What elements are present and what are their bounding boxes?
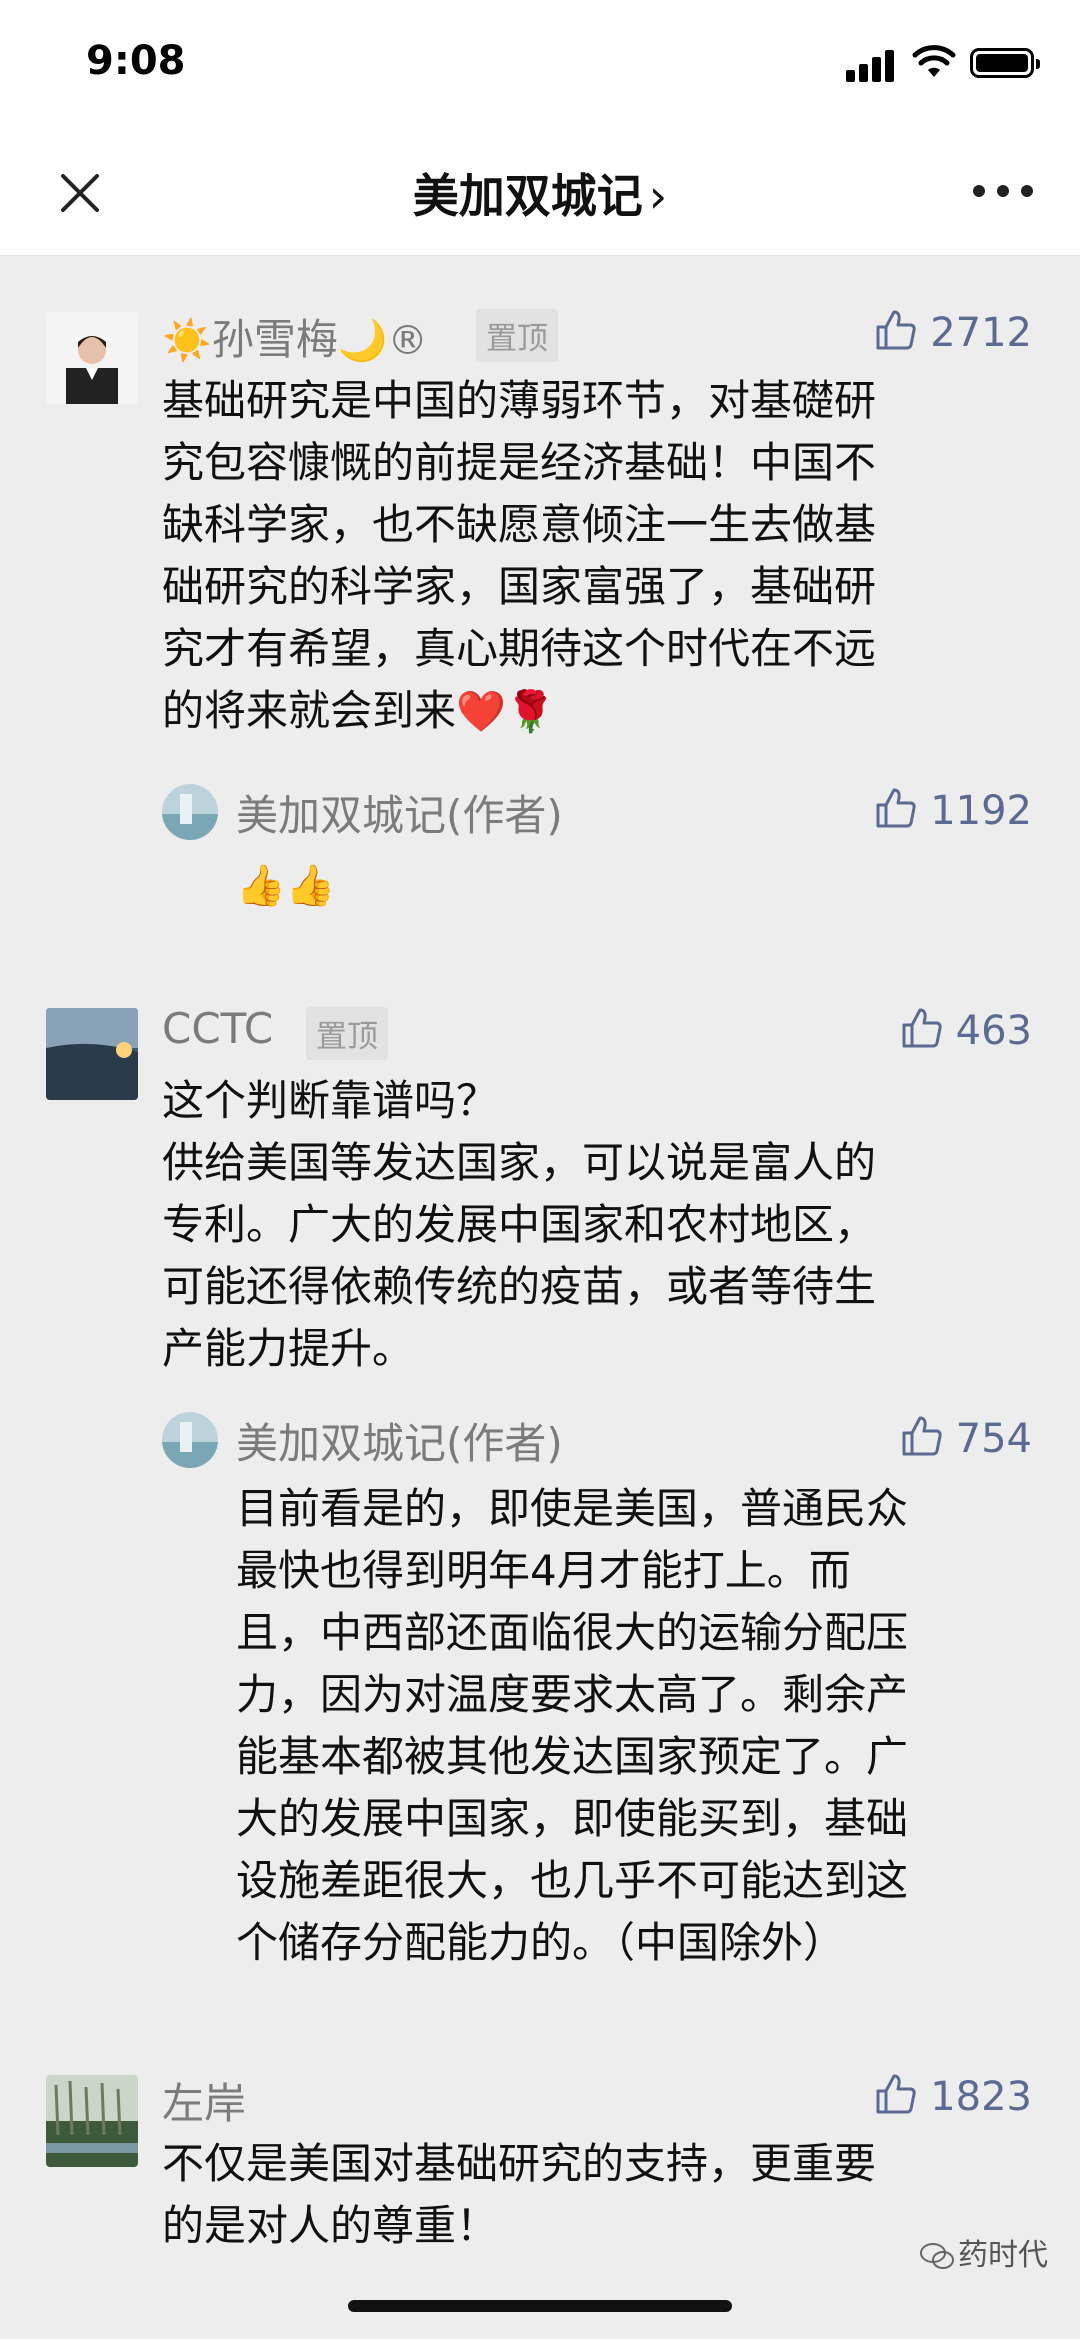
avatar[interactable] bbox=[46, 2075, 138, 2167]
like-count: 1823 bbox=[930, 2074, 1032, 2120]
comment-line: 的将来就会到来❤️🌹 bbox=[162, 680, 876, 743]
battery-icon bbox=[970, 48, 1040, 78]
comment-line-text: 的将来就会到来 bbox=[162, 686, 457, 735]
thumbs-up-icon bbox=[902, 1008, 942, 1048]
like-button[interactable]: 463 bbox=[900, 1006, 1032, 1054]
page-title-text: 美加双城记 bbox=[412, 169, 643, 223]
status-time: 9:08 bbox=[86, 38, 186, 84]
comment-line: 究才有希望，真心期待这个时代在不远 bbox=[162, 624, 877, 673]
reply-line: 大的发展中国家，即使能买到，基础 bbox=[236, 1794, 909, 1843]
like-button[interactable]: 1823 bbox=[874, 2072, 1032, 2120]
commenter-name-text: 孙雪梅 bbox=[211, 315, 338, 364]
reply-text: 目前看是的，即使是美国，普通民众 最快也得到明年4月才能打上。而 且，中西部还面… bbox=[236, 1478, 908, 1974]
page-title[interactable]: 美加双城记 › bbox=[0, 160, 1080, 226]
comment-text: 基础研究是中国的薄弱环节，对基礎研 究包容慷慨的前提是经济基础！中国不 缺科学家… bbox=[162, 370, 876, 743]
commenter-name[interactable]: CCTC bbox=[162, 1004, 273, 1053]
sun-emoji-icon: ☀️ bbox=[162, 318, 212, 364]
comment-line: 这个判断靠谱吗？ bbox=[162, 1076, 499, 1125]
thumbs-up-icon bbox=[876, 788, 916, 828]
like-count: 463 bbox=[955, 1008, 1032, 1054]
comment-line: 础研究的科学家，国家富强了，基础研 bbox=[162, 562, 877, 611]
pinned-badge: 置顶 bbox=[306, 1007, 388, 1060]
author-name[interactable]: 美加双城记(作者) bbox=[236, 782, 563, 843]
wechat-icon bbox=[920, 2243, 954, 2269]
comment-line: 可能还得依赖传统的疫苗，或者等待生 bbox=[162, 1262, 877, 1311]
like-count: 754 bbox=[955, 1416, 1032, 1462]
author-avatar[interactable] bbox=[162, 784, 218, 840]
comment-line: 专利。广大的发展中国家和农村地区， bbox=[162, 1200, 877, 1249]
status-bar: 9:08 bbox=[0, 0, 1080, 130]
watermark-text: 药时代 bbox=[958, 2238, 1048, 2273]
thumbs-up-icon bbox=[876, 2074, 916, 2114]
comment-line: 缺科学家，也不缺愿意倾注一生去做基 bbox=[162, 500, 877, 549]
comment-text: 这个判断靠谱吗？ 供给美国等发达国家，可以说是富人的 专利。广大的发展中国家和农… bbox=[162, 1070, 876, 1380]
like-button[interactable]: 2712 bbox=[874, 308, 1032, 356]
reply-line: 且，中西部还面临很大的运输分配压 bbox=[236, 1608, 909, 1657]
comment-line: 供给美国等发达国家，可以说是富人的 bbox=[162, 1138, 877, 1187]
like-button[interactable]: 1192 bbox=[874, 786, 1032, 834]
like-count: 2712 bbox=[930, 310, 1032, 356]
pinned-badge: 置顶 bbox=[476, 309, 558, 362]
like-count: 1192 bbox=[930, 788, 1032, 834]
reply-line: 设施差距很大，也几乎不可能达到这 bbox=[236, 1856, 909, 1905]
comment-text: 不仅是美国对基础研究的支持，更重要 的是对人的尊重！ bbox=[162, 2133, 876, 2257]
avatar[interactable] bbox=[46, 1008, 138, 1100]
chevron-right-icon: › bbox=[648, 169, 668, 223]
reply-text: 👍👍 bbox=[236, 863, 336, 909]
heart-rose-emoji-icon: ❤️🌹 bbox=[456, 689, 556, 735]
comment-line: 基础研究是中国的薄弱环节，对基礎研 bbox=[162, 376, 877, 425]
comment-line: 究包容慷慨的前提是经济基础！中国不 bbox=[162, 438, 877, 487]
author-avatar[interactable] bbox=[162, 1412, 218, 1468]
reply-line: 力，因为对温度要求太高了。剩余产 bbox=[236, 1670, 909, 1719]
commenter-name[interactable]: ☀️孙雪梅🌙® bbox=[162, 306, 428, 367]
avatar[interactable] bbox=[46, 312, 138, 404]
comment-line: 产能力提升。 bbox=[162, 1324, 415, 1373]
signal-icon bbox=[846, 48, 898, 82]
wifi-icon bbox=[912, 45, 956, 77]
more-icon[interactable] bbox=[973, 185, 1033, 199]
comment-line: 不仅是美国对基础研究的支持，更重要 bbox=[162, 2139, 877, 2188]
nav-bar: 美加双城记 › bbox=[0, 130, 1080, 256]
home-indicator[interactable] bbox=[348, 2300, 732, 2312]
reply-line: 目前看是的，即使是美国，普通民众 bbox=[236, 1484, 909, 1533]
watermark: 药时代 bbox=[920, 2230, 1048, 2274]
reply-line: 个储存分配能力的。（中国除外） bbox=[236, 1918, 846, 1967]
comment-line: 的是对人的尊重！ bbox=[162, 2201, 499, 2250]
like-button[interactable]: 754 bbox=[900, 1414, 1032, 1462]
moon-emoji-icon: 🌙® bbox=[337, 318, 428, 364]
reply-line: 最快也得到明年4月才能打上。而 bbox=[236, 1546, 851, 1595]
thumbs-up-icon bbox=[902, 1416, 942, 1456]
author-name[interactable]: 美加双城记(作者) bbox=[236, 1410, 563, 1471]
reply-line: 能基本都被其他发达国家预定了。广 bbox=[236, 1732, 909, 1781]
commenter-name[interactable]: 左岸 bbox=[162, 2070, 246, 2131]
thumbs-up-icon bbox=[876, 310, 916, 350]
